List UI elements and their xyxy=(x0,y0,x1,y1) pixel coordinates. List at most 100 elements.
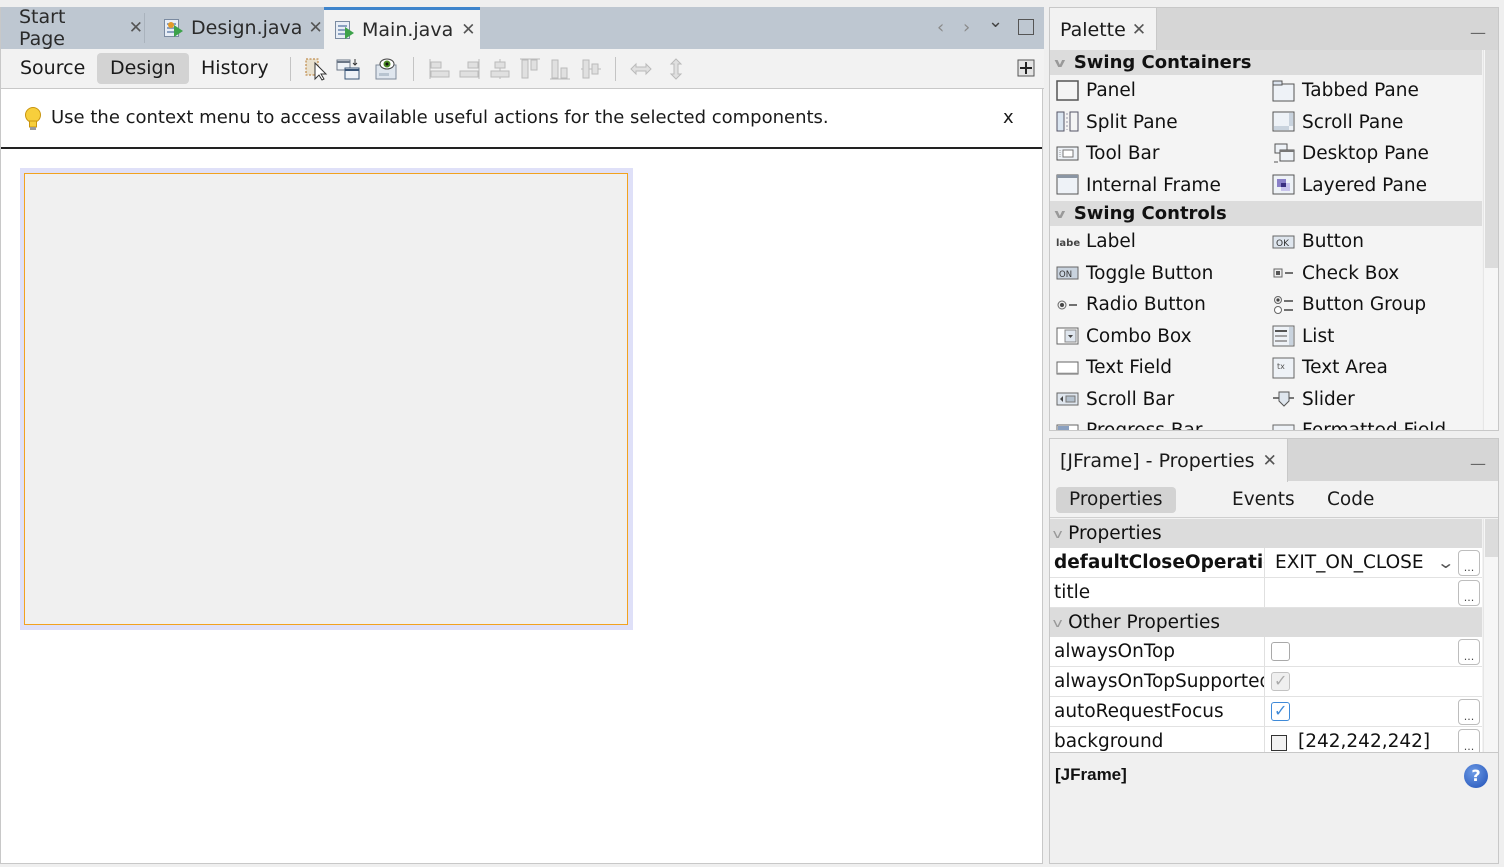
button-icon: OK xyxy=(1272,235,1295,249)
palette-item-formatted-field[interactable]: Formatted Field xyxy=(1266,415,1482,430)
chevron-down-icon: v xyxy=(1052,615,1063,630)
palette-item-tabbed-pane[interactable]: Tabbed Pane xyxy=(1266,75,1482,107)
always-on-top-checkbox[interactable] xyxy=(1271,642,1290,661)
close-icon[interactable]: ✕ xyxy=(129,18,143,38)
close-icon[interactable]: ✕ xyxy=(308,18,322,38)
tab-properties-window[interactable]: [JFrame] - Properties ✕ xyxy=(1050,439,1288,482)
palette-category-swing-containers[interactable]: v Swing Containers xyxy=(1050,50,1482,75)
property-row-default-close-operation[interactable]: defaultCloseOperation EXIT_ON_CLOSE ⌄ ..… xyxy=(1050,548,1482,578)
view-tab-source[interactable]: Source xyxy=(7,53,98,84)
align-right-icon[interactable] xyxy=(457,57,481,81)
align-bottom-icon[interactable] xyxy=(548,57,572,81)
java-form-icon xyxy=(334,20,354,40)
palette-item-radio-button[interactable]: Radio Button xyxy=(1050,289,1266,321)
svg-text:label: label xyxy=(1056,238,1080,249)
view-tab-history[interactable]: History xyxy=(188,53,282,84)
scrollbar-thumb[interactable] xyxy=(1485,50,1498,268)
selection-mode-icon[interactable] xyxy=(305,57,329,81)
vertical-resize-icon[interactable] xyxy=(664,57,688,81)
center-vertical-icon[interactable] xyxy=(579,57,603,81)
minimize-icon[interactable]: — xyxy=(1470,23,1486,42)
property-value: ... xyxy=(1265,696,1482,726)
maximize-icon[interactable] xyxy=(1018,19,1034,35)
close-icon[interactable]: ✕ xyxy=(461,20,475,40)
align-left-icon[interactable] xyxy=(428,57,452,81)
property-value-combo[interactable]: EXIT_ON_CLOSE ⌄ ... xyxy=(1265,548,1482,577)
section-properties[interactable]: v Properties xyxy=(1050,519,1482,548)
tab-palette[interactable]: Palette ✕ xyxy=(1050,8,1158,51)
tool-bar-icon xyxy=(1056,146,1079,161)
svg-text:ON: ON xyxy=(1059,270,1072,280)
palette-item-combo-box[interactable]: Combo Box xyxy=(1050,321,1266,353)
scroll-tabs-right-icon[interactable]: › xyxy=(963,17,970,38)
hint-close-button[interactable]: x xyxy=(1003,107,1014,128)
palette-item-panel[interactable]: Panel xyxy=(1050,75,1266,107)
palette-scrollbar[interactable] xyxy=(1483,50,1498,430)
palette-item-toggle-button[interactable]: ON Toggle Button xyxy=(1050,258,1266,290)
palette-item-check-box[interactable]: Check Box xyxy=(1266,258,1482,290)
horizontal-resize-icon[interactable] xyxy=(629,57,653,81)
property-row-auto-request-focus[interactable]: autoRequestFocus ... xyxy=(1050,696,1482,727)
design-canvas[interactable] xyxy=(1,151,1042,863)
internal-frame-icon xyxy=(1056,174,1079,195)
tab-main-java[interactable]: Main.java ✕ xyxy=(324,7,480,49)
section-other-properties[interactable]: v Other Properties xyxy=(1050,608,1482,637)
subtab-events[interactable]: Events xyxy=(1219,487,1308,513)
help-icon[interactable]: ? xyxy=(1464,764,1488,788)
scroll-tabs-left-icon[interactable]: ‹ xyxy=(937,17,944,38)
align-top-icon[interactable] xyxy=(518,57,542,81)
layout-options-icon[interactable] xyxy=(1017,59,1035,77)
palette-item-list[interactable]: List xyxy=(1266,321,1482,353)
customizer-button[interactable]: ... xyxy=(1458,729,1480,752)
property-row-title[interactable]: title ... xyxy=(1050,578,1482,608)
jframe-form[interactable] xyxy=(24,173,628,625)
close-icon[interactable]: ✕ xyxy=(1132,20,1146,40)
item-label: Toggle Button xyxy=(1086,262,1214,284)
property-sheet-scrollbar[interactable] xyxy=(1483,519,1498,752)
palette-item-button[interactable]: OK Button xyxy=(1266,226,1482,258)
palette-item-button-group[interactable]: Button Group xyxy=(1266,289,1482,321)
close-icon[interactable]: ✕ xyxy=(1263,451,1277,471)
palette-item-text-area[interactable]: tx Text Area xyxy=(1266,352,1482,384)
description-title: [JFrame] xyxy=(1055,765,1127,784)
property-value-text[interactable]: ... xyxy=(1265,578,1482,607)
customizer-button[interactable]: ... xyxy=(1458,550,1480,576)
chevron-down-icon[interactable]: ⌄ xyxy=(1436,548,1455,577)
property-row-always-on-top[interactable]: alwaysOnTop ... xyxy=(1050,637,1482,667)
customizer-button[interactable]: ... xyxy=(1458,699,1480,725)
view-tab-design[interactable]: Design xyxy=(97,53,189,84)
palette-item-scroll-pane[interactable]: Scroll Pane xyxy=(1266,107,1482,139)
item-label: Check Box xyxy=(1302,262,1400,284)
customizer-button[interactable]: ... xyxy=(1458,639,1480,665)
palette-category-swing-controls[interactable]: v Swing Controls xyxy=(1050,201,1482,226)
palette-item-label[interactable]: label Label xyxy=(1050,226,1266,258)
scrollbar-thumb[interactable] xyxy=(1485,519,1498,557)
toolbar-divider xyxy=(413,57,414,81)
subtab-properties[interactable]: Properties xyxy=(1056,487,1176,513)
property-row-background[interactable]: background [242,242,242] ... xyxy=(1050,727,1482,752)
palette-item-progress-bar[interactable]: Progress Bar xyxy=(1050,415,1266,430)
palette-item-slider[interactable]: Slider xyxy=(1266,384,1482,416)
layered-pane-icon xyxy=(1272,174,1295,195)
property-value-color[interactable]: [242,242,242] ... xyxy=(1265,727,1482,752)
tab-design-java[interactable]: Design.java ✕ xyxy=(145,7,323,49)
palette-item-scroll-bar[interactable]: Scroll Bar xyxy=(1050,384,1266,416)
palette-item-split-pane[interactable]: Split Pane xyxy=(1050,107,1266,139)
palette-item-internal-frame[interactable]: Internal Frame xyxy=(1050,170,1266,202)
tab-list-dropdown-icon[interactable]: ⌄ xyxy=(988,11,1003,32)
minimize-icon[interactable]: — xyxy=(1470,454,1486,473)
connection-mode-icon[interactable] xyxy=(336,57,360,81)
center-horizontal-icon[interactable] xyxy=(488,57,512,81)
property-row-always-on-top-supported[interactable]: alwaysOnTopSupported xyxy=(1050,666,1482,697)
palette-item-text-field[interactable]: Text Field xyxy=(1050,352,1266,384)
palette-item-layered-pane[interactable]: Layered Pane xyxy=(1266,170,1482,202)
customizer-button[interactable]: ... xyxy=(1458,580,1480,606)
tab-label: Main.java xyxy=(362,18,454,41)
palette-item-desktop-pane[interactable]: Desktop Pane xyxy=(1266,138,1482,170)
palette-item-tool-bar[interactable]: Tool Bar xyxy=(1050,138,1266,170)
item-label: Progress Bar xyxy=(1086,420,1202,430)
auto-request-focus-checkbox[interactable] xyxy=(1271,696,1290,725)
preview-design-icon[interactable] xyxy=(374,57,398,81)
tab-start-page[interactable]: Start Page ✕ xyxy=(1,6,143,50)
subtab-code[interactable]: Code xyxy=(1314,487,1387,513)
